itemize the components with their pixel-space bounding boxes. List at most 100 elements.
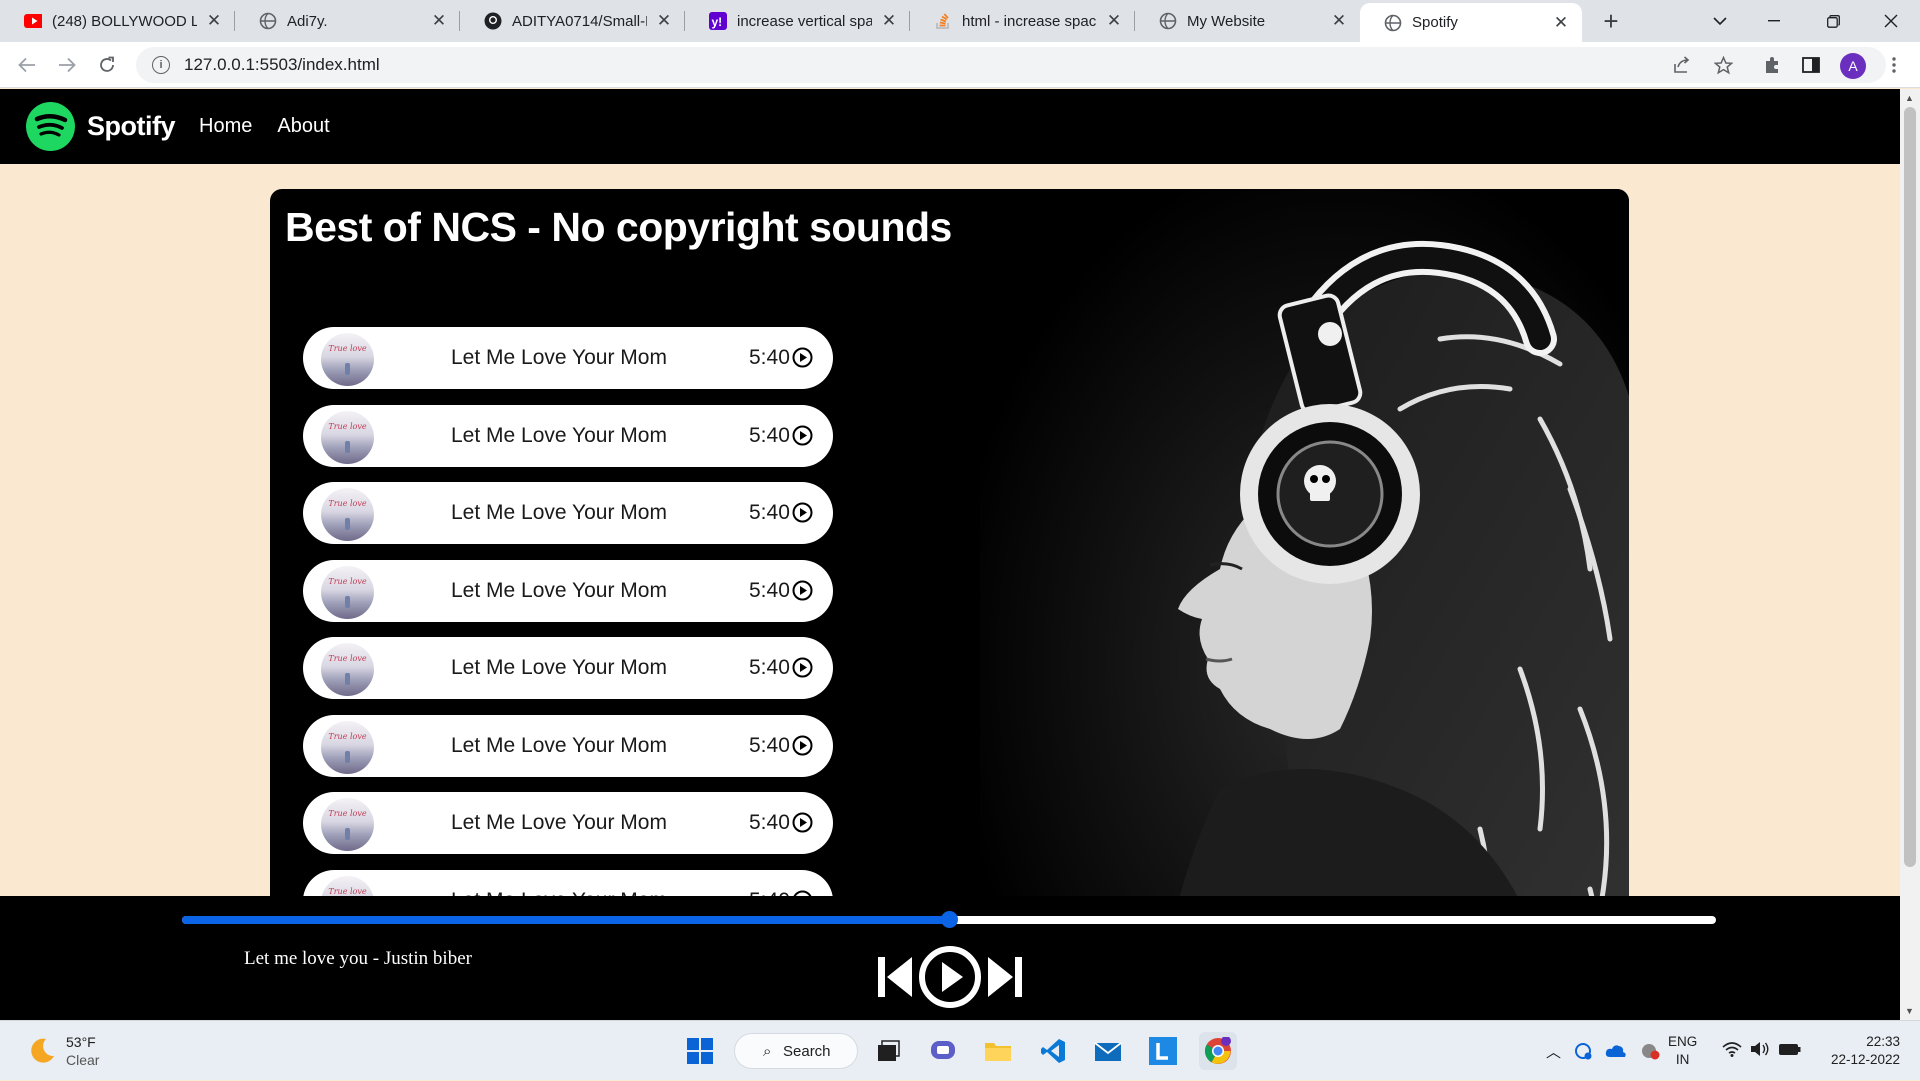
song-duration: 5:40 <box>749 811 790 834</box>
next-track-icon[interactable] <box>986 952 1024 1002</box>
song-item[interactable]: True love Let Me Love Your Mom 5:40 <box>303 714 833 777</box>
onedrive-cloud-icon[interactable] <box>1605 1043 1627 1059</box>
playlist-title: Best of NCS - No copyright sounds <box>285 204 952 250</box>
play-circle-icon[interactable] <box>792 657 813 678</box>
browser-tab[interactable]: My Website ✕ <box>1135 0 1360 42</box>
song-item[interactable]: True love Let Me Love Your Mom 5:40 <box>303 637 833 699</box>
chrome-notification-icon[interactable] <box>1639 1042 1661 1060</box>
menu-kebab-icon[interactable] <box>1880 51 1908 79</box>
svg-text:y!: y! <box>712 15 723 29</box>
scroll-down-arrow-icon[interactable]: ▼ <box>1905 1006 1914 1016</box>
language-indicator[interactable]: ENG IN <box>1668 1033 1697 1069</box>
browser-tab[interactable]: ADITYA0714/Small-Pr ✕ <box>460 0 685 42</box>
scrollbar-thumb[interactable] <box>1904 107 1916 867</box>
site-info-icon[interactable]: i <box>152 56 170 74</box>
nav-home-link[interactable]: Home <box>199 115 252 138</box>
playback-controls <box>876 944 1024 1010</box>
chrome-icon[interactable] <box>1199 1032 1237 1070</box>
minimize-button[interactable] <box>1759 8 1789 34</box>
show-hidden-icons-chevron-icon[interactable]: ︿ <box>1546 1041 1561 1062</box>
globe-icon <box>1159 12 1177 30</box>
restore-button[interactable] <box>1818 8 1848 34</box>
clock-time: 22:33 <box>1866 1034 1900 1049</box>
file-explorer-icon[interactable] <box>979 1032 1017 1070</box>
extensions-icon[interactable] <box>1758 51 1786 79</box>
close-tab-icon[interactable]: ✕ <box>430 11 448 31</box>
song-cover-image: True love <box>321 333 374 386</box>
tab-search-icon[interactable] <box>1705 8 1735 34</box>
forward-button[interactable] <box>53 51 81 79</box>
speaker-icon <box>1751 1042 1769 1056</box>
share-icon[interactable] <box>1668 51 1696 79</box>
close-tab-icon[interactable]: ✕ <box>1552 13 1570 33</box>
system-tray: ︿ <box>1540 1021 1667 1081</box>
weather-condition: Clear <box>66 1052 100 1068</box>
play-circle-icon[interactable] <box>792 812 813 833</box>
page-scrollbar[interactable]: ▲ ▼ <box>1900 89 1920 1020</box>
scroll-up-arrow-icon[interactable]: ▲ <box>1905 93 1914 103</box>
profile-avatar[interactable]: A <box>1840 53 1866 79</box>
play-circle-icon[interactable] <box>792 735 813 756</box>
browser-tab[interactable]: y! increase vertical space ✕ <box>685 0 910 42</box>
progress-slider[interactable] <box>182 911 1716 928</box>
play-circle-icon[interactable] <box>792 425 813 446</box>
song-duration: 5:40 <box>749 733 790 757</box>
close-tab-icon[interactable]: ✕ <box>880 11 898 31</box>
song-cover-image: True love <box>321 488 374 541</box>
sync-icon[interactable] <box>1573 1042 1593 1060</box>
side-panel-icon[interactable] <box>1797 51 1825 79</box>
browser-tab[interactable]: Adi7y. ✕ <box>235 0 460 42</box>
teams-chat-icon[interactable] <box>924 1032 962 1070</box>
l-app-icon[interactable] <box>1144 1032 1182 1070</box>
close-window-button[interactable] <box>1876 8 1906 34</box>
close-tab-icon[interactable]: ✕ <box>1330 11 1348 31</box>
song-name: Let Me Love Your Mom <box>451 423 667 447</box>
moon-icon <box>31 1038 54 1063</box>
song-item[interactable]: True love Let Me Love Your Mom 5:40 <box>303 482 833 544</box>
address-bar[interactable]: i 127.0.0.1:5503/index.html <box>136 47 1886 83</box>
play-circle-icon[interactable] <box>792 347 813 368</box>
network-volume-battery[interactable] <box>1722 1041 1802 1057</box>
play-button-icon[interactable] <box>917 944 983 1010</box>
clock-date: 22-12-2022 <box>1830 1052 1900 1067</box>
song-item[interactable]: True love Let Me Love Your Mom 5:40 <box>303 327 833 389</box>
browser-tab[interactable]: (248) BOLLYWOOD LO ✕ <box>0 0 235 42</box>
browser-tab[interactable]: html - increase spacin ✕ <box>910 0 1135 42</box>
song-cover-image: True love <box>321 720 374 774</box>
song-item[interactable]: True love Let Me Love Your Mom 5:40 <box>303 404 833 467</box>
play-circle-icon[interactable] <box>792 502 813 523</box>
start-windows-icon[interactable] <box>681 1032 719 1070</box>
site-logo[interactable]: Spotify <box>26 102 176 151</box>
song-duration: 5:40 <box>749 346 790 369</box>
browser-tab-active[interactable]: Spotify ✕ <box>1360 3 1582 42</box>
bookmark-star-icon[interactable] <box>1709 51 1737 79</box>
mail-icon[interactable] <box>1089 1032 1127 1070</box>
previous-track-icon[interactable] <box>876 952 914 1002</box>
new-tab-button[interactable]: + <box>1598 8 1624 34</box>
task-view-icon[interactable] <box>869 1032 907 1070</box>
close-tab-icon[interactable]: ✕ <box>1105 11 1123 31</box>
song-name: Let Me Love Your Mom <box>451 578 667 602</box>
song-name: Let Me Love Your Mom <box>451 656 667 679</box>
close-tab-icon[interactable]: ✕ <box>655 11 673 31</box>
browser-tab-strip: (248) BOLLYWOOD LO ✕ Adi7y. ✕ ADITYA0714… <box>0 0 1920 42</box>
stackoverflow-icon <box>934 12 952 30</box>
taskbar-search[interactable]: ⌕ Search <box>734 1033 858 1069</box>
youtube-icon <box>24 12 42 30</box>
close-tab-icon[interactable]: ✕ <box>205 11 223 31</box>
reload-button[interactable] <box>93 51 121 79</box>
progress-handle[interactable] <box>941 911 958 928</box>
play-circle-icon[interactable] <box>792 580 813 601</box>
clock[interactable]: 22:33 22-12-2022 <box>1818 1033 1900 1069</box>
vscode-icon[interactable] <box>1034 1032 1072 1070</box>
now-playing-text: Let me love you - Justin biber <box>244 948 472 969</box>
song-item[interactable]: True love Let Me Love Your Mom 5:40 <box>303 559 833 622</box>
yahoo-icon: y! <box>709 12 727 30</box>
nav-about-link[interactable]: About <box>277 115 329 138</box>
windows-taskbar: 53°F Clear ⌕ Search ︿ ENG IN 22:33 22-12-202… <box>0 1020 1920 1080</box>
back-button[interactable] <box>13 51 41 79</box>
weather-widget[interactable]: 53°F Clear <box>26 1033 99 1069</box>
url-text: 127.0.0.1:5503/index.html <box>184 55 380 74</box>
song-duration: 5:40 <box>749 578 790 602</box>
song-item[interactable]: True love Let Me Love Your Mom 5:40 <box>303 792 833 854</box>
